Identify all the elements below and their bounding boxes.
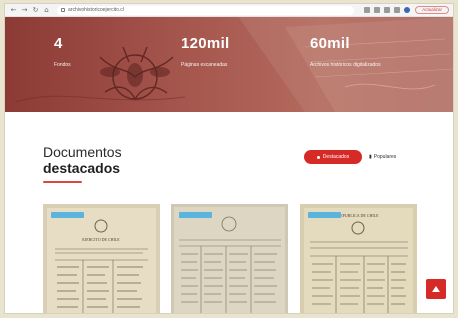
browser-window: ← → ↻ ⌂ archivohistoricoejercito.cl Actu… bbox=[4, 3, 454, 314]
title-underline bbox=[43, 181, 82, 183]
chevron-up-icon bbox=[432, 286, 440, 292]
card-heading: EJERCITO DE CHILE bbox=[82, 237, 120, 242]
lock-icon bbox=[61, 8, 65, 12]
category-badge bbox=[179, 212, 212, 218]
bookmark-star-icon[interactable] bbox=[384, 7, 391, 13]
browser-toolbar: ← → ↻ ⌂ archivohistoricoejercito.cl Actu… bbox=[5, 4, 453, 17]
dot-icon bbox=[316, 155, 320, 159]
filter-label: Populares bbox=[373, 154, 397, 160]
stat-label: Archivos históricos digitalizados bbox=[310, 62, 381, 68]
stat-value: 4 bbox=[54, 35, 63, 52]
document-card[interactable]: REPUBLICA DE CHILE bbox=[300, 204, 417, 313]
document-card[interactable] bbox=[171, 204, 288, 313]
profile-avatar-icon[interactable] bbox=[404, 7, 411, 13]
filter-label: Destacados bbox=[322, 154, 350, 160]
category-badge bbox=[51, 212, 84, 218]
stat-value: 60mil bbox=[310, 35, 350, 52]
document-card[interactable]: EJERCITO DE CHILE bbox=[43, 204, 160, 313]
hero-banner: 4 Fondos 120mil Páginas escaneadas 60mil… bbox=[5, 17, 453, 112]
extensions-icon[interactable] bbox=[374, 7, 381, 13]
bar-chart-icon: ▮ bbox=[369, 154, 372, 160]
document-thumbnail: EJERCITO DE CHILE bbox=[43, 204, 160, 313]
stat-archivos: 60mil Archivos históricos digitalizados bbox=[310, 35, 381, 68]
forward-icon[interactable]: → bbox=[20, 6, 29, 15]
document-thumbnail: REPUBLICA DE CHILE bbox=[300, 204, 417, 313]
update-button[interactable]: Actualizar bbox=[415, 6, 449, 14]
scroll-to-top-button[interactable] bbox=[426, 279, 446, 299]
stat-fondos: 4 Fondos bbox=[54, 35, 71, 68]
address-bar[interactable]: archivohistoricoejercito.cl bbox=[57, 5, 355, 15]
card-heading: REPUBLICA DE CHILE bbox=[337, 213, 379, 218]
home-icon[interactable]: ⌂ bbox=[42, 6, 51, 15]
back-icon[interactable]: ← bbox=[9, 6, 18, 15]
url-text: archivohistoricoejercito.cl bbox=[68, 7, 124, 13]
category-badge bbox=[308, 212, 341, 218]
document-thumbnail bbox=[171, 204, 288, 313]
filter-populares-button[interactable]: ▮ Populares bbox=[369, 150, 396, 164]
filter-destacados-button[interactable]: Destacados bbox=[304, 150, 362, 164]
section-title: Documentos bbox=[43, 144, 122, 160]
share-icon[interactable] bbox=[364, 7, 371, 13]
section-title-emphasis: destacados bbox=[43, 160, 121, 176]
sidebar-icon[interactable] bbox=[394, 7, 401, 13]
stat-label: Páginas escaneadas bbox=[181, 62, 228, 68]
stat-label: Fondos bbox=[54, 62, 71, 68]
stat-value: 120mil bbox=[181, 35, 230, 52]
stat-paginas: 120mil Páginas escaneadas bbox=[181, 35, 230, 68]
reload-icon[interactable]: ↻ bbox=[31, 6, 40, 15]
